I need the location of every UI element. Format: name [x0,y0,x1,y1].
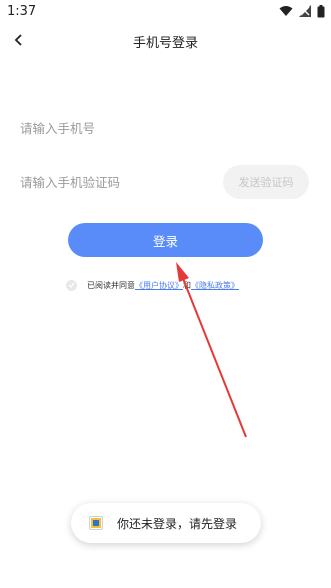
wifi-icon [279,6,293,16]
toast-message: 你还未登录，请先登录 [117,516,238,531]
agree-checkbox[interactable] [66,279,77,291]
signal-icon [299,5,311,17]
annotation-arrow-shaft [181,275,247,438]
agreement-prefix: 已阅读并同意 [87,280,135,290]
annotation-arrow [176,262,247,438]
battery-icon [317,4,325,17]
privacy-policy-link[interactable]: 《隐私政策》 [191,281,239,290]
status-bar: 1:37 [0,0,331,24]
page-title: 手机号登录 [132,36,198,51]
agreement-text: 已阅读并同意《用户协议》和《隐私政策》 [87,280,239,291]
app-icon [89,516,103,530]
user-agreement-link[interactable]: 《用户协议》 [135,281,183,290]
agreement-conjunction: 和 [183,280,191,290]
toast: 你还未登录，请先登录 [71,503,261,543]
status-time: 1:37 [7,4,37,19]
header: 手机号登录 [0,26,331,56]
send-code-button[interactable]: 发送验证码 [223,165,309,199]
check-icon [68,282,75,288]
phone-input[interactable] [20,114,310,142]
agreement-row: 已阅读并同意《用户协议》和《隐私政策》 [66,278,239,292]
status-icons [279,4,325,18]
verification-code-input[interactable] [20,168,210,196]
login-button[interactable]: 登录 [68,223,263,257]
